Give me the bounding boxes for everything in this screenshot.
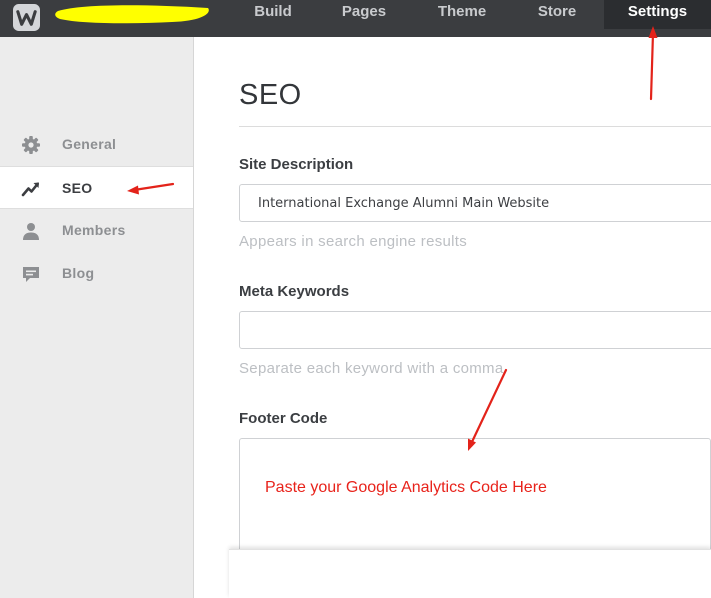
nav-store[interactable]: Store — [524, 0, 590, 24]
nav-pages[interactable]: Pages — [328, 0, 400, 24]
meta-keywords-label: Meta Keywords — [239, 283, 350, 300]
sidebar-item-label: Blog — [62, 265, 95, 281]
site-description-help: Appears in search engine results — [239, 233, 468, 250]
meta-keywords-input[interactable] — [239, 311, 711, 349]
analytics-annotation: Paste your Google Analytics Code Here — [265, 479, 547, 496]
comment-icon — [23, 267, 39, 282]
sidebar-item-seo[interactable]: SEO — [0, 166, 193, 209]
trend-up-icon — [21, 182, 39, 197]
footer-code-label: Footer Code — [239, 410, 328, 427]
sidebar-item-label: Members — [62, 222, 126, 238]
sidebar-item-members[interactable]: Members — [0, 209, 193, 252]
meta-keywords-help: Separate each keyword with a comma — [239, 360, 504, 377]
title-divider — [239, 126, 711, 127]
redaction-highlight — [55, 5, 209, 24]
sidebar-item-label: SEO — [62, 180, 93, 196]
bottom-panel — [229, 549, 711, 598]
weebly-w-icon[interactable] — [13, 4, 40, 31]
nav-theme[interactable]: Theme — [422, 0, 502, 24]
settings-sidebar: General SEO Members Blog — [0, 37, 194, 598]
nav-build[interactable]: Build — [238, 0, 308, 24]
top-nav-bar: Build Pages Theme Store Settings — [0, 0, 711, 37]
sidebar-item-general[interactable]: General — [0, 123, 193, 166]
site-description-input[interactable] — [239, 184, 711, 222]
page-title: SEO — [239, 79, 302, 111]
site-description-label: Site Description — [239, 156, 354, 173]
sidebar-item-label: General — [62, 136, 117, 152]
person-icon — [23, 223, 39, 240]
sidebar-item-blog[interactable]: Blog — [0, 252, 193, 295]
gear-icon — [22, 136, 40, 154]
nav-settings[interactable]: Settings — [604, 0, 711, 29]
